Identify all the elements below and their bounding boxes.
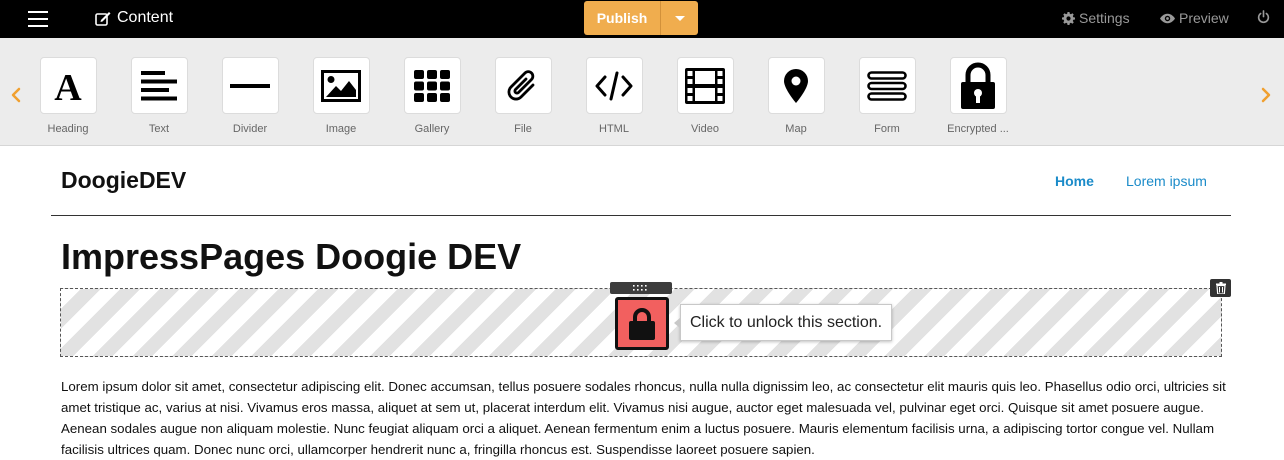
widget-label: Text <box>148 123 170 135</box>
widget-map[interactable]: Map <box>761 57 831 135</box>
heading-icon: A <box>54 69 82 103</box>
drag-grip-icon <box>633 285 647 291</box>
widget-label: Image <box>325 123 357 135</box>
scroll-right-arrow-icon[interactable] <box>1260 87 1272 103</box>
text-icon <box>141 70 177 100</box>
divider-icon <box>230 83 270 88</box>
caret-down-icon <box>674 15 685 21</box>
widget-tile[interactable] <box>949 57 1007 114</box>
svg-text:A: A <box>54 69 82 103</box>
site-logo-text[interactable]: DoogieDEV <box>61 167 186 194</box>
widget-divider[interactable]: Divider <box>215 57 285 135</box>
header-divider <box>51 215 1231 216</box>
preview-label: Preview <box>1179 10 1229 26</box>
widget-label: Gallery <box>414 123 450 135</box>
widget-tile[interactable] <box>858 57 916 114</box>
unlock-tooltip[interactable]: Click to unlock this section. <box>673 304 893 341</box>
eye-icon <box>1160 13 1175 23</box>
widget-tile[interactable] <box>676 57 734 114</box>
gear-icon <box>1062 11 1075 25</box>
content-label: Content <box>117 9 174 26</box>
nav-link-home[interactable]: Home <box>1055 173 1094 189</box>
film-icon <box>685 67 725 104</box>
widget-label: Map <box>785 123 807 135</box>
settings-button[interactable]: Settings <box>1062 10 1130 26</box>
widget-tile[interactable] <box>403 57 461 114</box>
widget-tile[interactable] <box>221 57 279 114</box>
code-icon <box>595 71 633 100</box>
widget-form[interactable]: Form <box>852 57 922 135</box>
delete-widget-button[interactable] <box>1210 279 1231 297</box>
page-title: ImpressPages Doogie DEV <box>61 236 522 277</box>
widget-encrypted[interactable]: Encrypted ... <box>943 57 1013 135</box>
settings-label: Settings <box>1079 10 1130 26</box>
lock-icon <box>629 307 655 340</box>
publish-button[interactable]: Publish <box>584 1 660 35</box>
widget-tile[interactable]: A <box>39 57 97 114</box>
widget-heading[interactable]: A Heading <box>33 57 103 135</box>
image-icon <box>321 69 361 102</box>
map-marker-icon <box>784 68 808 103</box>
power-icon <box>1257 10 1270 24</box>
body-paragraph: Lorem ipsum dolor sit amet, consectetur … <box>61 379 1226 457</box>
widget-tile[interactable] <box>312 57 370 114</box>
widget-tile[interactable] <box>130 57 188 114</box>
logout-button[interactable] <box>1257 10 1274 24</box>
widget-label: Divider <box>232 123 268 135</box>
gallery-icon <box>414 69 450 102</box>
widget-label: Heading <box>47 123 89 135</box>
trash-icon <box>1215 282 1226 294</box>
widget-label: HTML <box>599 123 629 135</box>
preview-button[interactable]: Preview <box>1160 10 1229 26</box>
edit-icon <box>95 11 111 26</box>
widget-tile[interactable] <box>767 57 825 114</box>
hamburger-menu-icon[interactable] <box>28 11 48 27</box>
unlock-section-button[interactable] <box>615 297 669 350</box>
paperclip-icon <box>507 69 535 100</box>
scroll-left-arrow-icon[interactable] <box>10 87 22 103</box>
nav-link-lorem-ipsum[interactable]: Lorem ipsum <box>1126 173 1207 189</box>
widget-html[interactable]: HTML <box>579 57 649 135</box>
widget-toolbar: A Heading Text Divider Image Gallery Fil… <box>0 38 1284 146</box>
widget-image[interactable]: Image <box>306 57 376 135</box>
widget-label: File <box>514 123 532 135</box>
widget-label: Form <box>874 123 900 135</box>
publish-button-group: Publish <box>584 1 698 35</box>
widget-gallery[interactable]: Gallery <box>397 57 467 135</box>
widget-tile[interactable] <box>494 57 552 114</box>
widget-text[interactable]: Text <box>124 57 194 135</box>
widget-file[interactable]: File <box>488 57 558 135</box>
widget-tile[interactable] <box>585 57 643 114</box>
widget-label: Video <box>691 123 719 135</box>
drag-handle[interactable] <box>610 282 672 294</box>
content-menu-link[interactable]: Content <box>95 9 173 27</box>
form-icon <box>867 70 907 101</box>
lock-icon <box>961 62 995 109</box>
publish-dropdown-button[interactable] <box>660 1 698 35</box>
admin-topbar: Content Publish Settings Preview <box>0 0 1284 38</box>
widget-label: Encrypted ... <box>947 123 1009 135</box>
widget-video[interactable]: Video <box>670 57 740 135</box>
